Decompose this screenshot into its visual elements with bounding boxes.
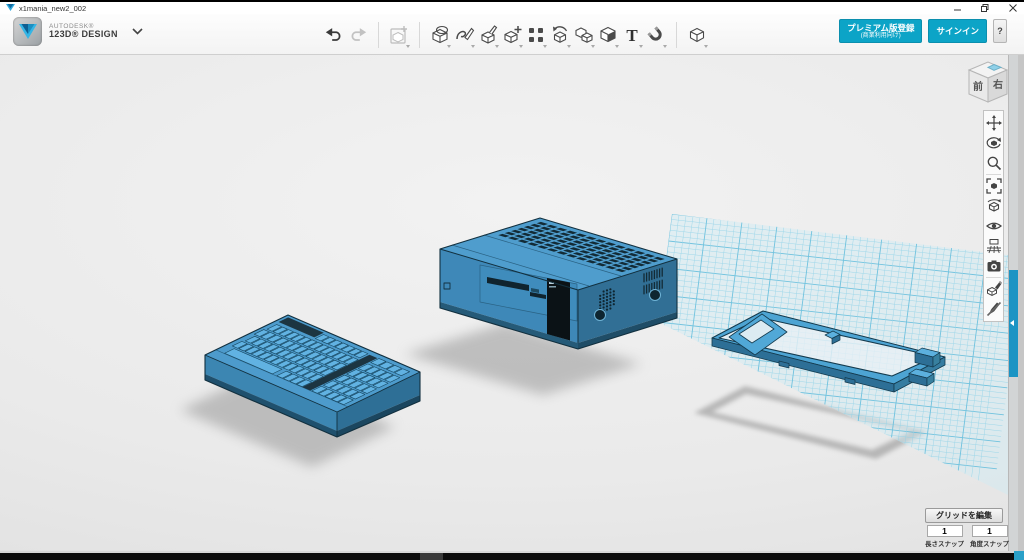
length-snap-label: 長さスナップ	[925, 538, 964, 548]
restore-button[interactable]	[978, 3, 992, 13]
taskbar-strip	[0, 553, 1024, 560]
tool-icons: T	[322, 20, 709, 50]
brand-product: 123D® DESIGN	[49, 30, 118, 40]
grid-settings-panel: グリッドを編集 長さスナップ 角度スナップ	[925, 508, 1005, 548]
brand-text: AUTODESK® 123D® DESIGN	[49, 23, 118, 40]
toolbar-separator	[676, 22, 677, 48]
text-icon[interactable]: T	[621, 23, 643, 47]
panel-divider	[986, 277, 1001, 278]
length-snap: 長さスナップ	[925, 525, 964, 548]
dropdown-caret	[639, 45, 643, 48]
view-cube-front-label: 前	[973, 80, 983, 93]
extrude-icon[interactable]	[477, 23, 499, 47]
premium-signup-button[interactable]: プレミアム版登録 (商業利用向け)	[839, 19, 922, 43]
account-area: プレミアム版登録 (商業利用向け) サインイン ?	[839, 19, 1007, 43]
dropdown-caret	[406, 45, 410, 48]
visibility-icon[interactable]	[985, 217, 1003, 235]
pan-icon[interactable]	[985, 114, 1003, 132]
undo-icon[interactable]	[323, 23, 345, 47]
sketch-icon[interactable]	[453, 23, 475, 47]
taskbar-accent	[1014, 551, 1024, 560]
svg-text:T: T	[626, 26, 638, 45]
edit-grid-button[interactable]: グリッドを編集	[925, 508, 1003, 523]
view-orbit-icon[interactable]	[985, 197, 1003, 215]
import-icon[interactable]	[388, 23, 410, 47]
signin-button[interactable]: サインイン	[928, 19, 987, 43]
dropdown-caret	[495, 45, 499, 48]
zoom-icon[interactable]	[985, 154, 1003, 172]
taskbar-item[interactable]	[420, 553, 443, 560]
construct-icon[interactable]	[501, 23, 523, 47]
app-icon	[6, 4, 15, 12]
shadow-toggle-icon[interactable]	[985, 300, 1003, 318]
panel-collapse-handle[interactable]	[1009, 270, 1018, 377]
redo-icon[interactable]	[347, 23, 369, 47]
dropdown-caret	[663, 45, 667, 48]
dropdown-caret	[519, 45, 523, 48]
help-button[interactable]: ?	[993, 19, 1007, 43]
angle-snap-label: 角度スナップ	[970, 538, 1009, 548]
dropdown-caret	[615, 45, 619, 48]
toolbar-separator	[419, 22, 420, 48]
computer-case-object[interactable]	[440, 218, 677, 349]
main-toolbar: AUTODESK® 123D® DESIGN	[0, 14, 1024, 55]
app-menu[interactable]: AUTODESK® 123D® DESIGN	[13, 17, 143, 46]
orbit-icon[interactable]	[985, 134, 1003, 152]
primitives-icon[interactable]	[429, 23, 451, 47]
panel-divider	[986, 174, 1001, 175]
123d-logo-icon	[13, 17, 42, 46]
dropdown-caret	[704, 45, 708, 48]
combine-icon[interactable]	[573, 23, 595, 47]
fit-view-icon[interactable]	[985, 177, 1003, 195]
angle-snap: 角度スナップ	[970, 525, 1009, 548]
dropdown-caret	[447, 45, 451, 48]
pattern-icon[interactable]	[549, 23, 571, 47]
toolbar-separator	[378, 22, 379, 48]
window-right-edge	[1018, 55, 1024, 551]
dropdown-caret	[543, 45, 547, 48]
dropdown-caret	[567, 45, 571, 48]
angle-snap-input[interactable]	[972, 525, 1008, 537]
viewport-canvas[interactable]	[0, 55, 1008, 551]
app-window: x1mania_new2_002 AUTODESK® 123D® DESIGN	[0, 0, 1024, 560]
close-button[interactable]	[1006, 3, 1020, 13]
dropdown-caret	[471, 45, 475, 48]
length-snap-input[interactable]	[927, 525, 963, 537]
snap-icon[interactable]	[645, 23, 667, 47]
groups-icon[interactable]	[686, 23, 708, 47]
view-cube-right-label: 右	[992, 78, 1003, 91]
navigation-toolbar	[983, 110, 1004, 322]
window-title: x1mania_new2_002	[19, 4, 86, 13]
premium-label: プレミアム版登録	[847, 23, 914, 33]
minimize-button[interactable]	[950, 3, 964, 13]
titlebar: x1mania_new2_002	[0, 2, 1024, 14]
transform-icon[interactable]	[525, 23, 547, 47]
collapse-arrow-icon	[1010, 320, 1014, 326]
app-menu-chevron-down-icon[interactable]	[132, 28, 143, 35]
signin-label: サインイン	[936, 26, 979, 36]
material-edit-icon[interactable]	[985, 280, 1003, 298]
premium-sublabel: (商業利用向け)	[861, 33, 901, 40]
viewport[interactable]: 前 右	[0, 55, 1024, 551]
grid-toggle-icon[interactable]	[985, 237, 1003, 255]
window-controls	[950, 2, 1020, 14]
material-icon[interactable]	[597, 23, 619, 47]
snap-settings: 長さスナップ 角度スナップ	[925, 525, 1005, 548]
dropdown-caret	[591, 45, 595, 48]
sketch-grid	[634, 214, 1008, 543]
screenshot-icon[interactable]	[985, 257, 1003, 275]
